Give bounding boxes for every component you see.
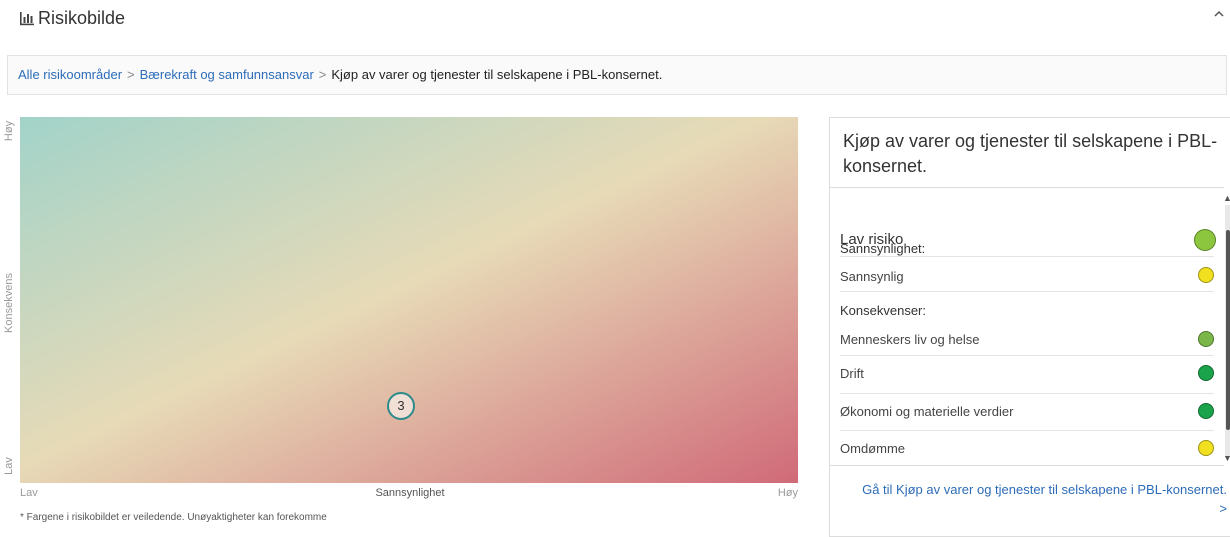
y-axis-low-label: Lav — [3, 457, 15, 475]
panel-title: Kjøp av varer og tjenester til selskapen… — [843, 131, 1218, 176]
x-axis-high-label: Høy — [777, 487, 798, 499]
probability-row: Sannsynlig — [840, 260, 1214, 292]
x-axis-label: Sannsynlighet — [375, 487, 445, 499]
scroll-up-icon[interactable]: ▲ — [1223, 193, 1230, 203]
divider — [830, 187, 1224, 188]
breadcrumb-current: Kjøp av varer og tjenester til selskapen… — [331, 67, 663, 82]
y-axis-high-label: Høy — [3, 120, 15, 142]
risk-level-indicator — [1194, 229, 1216, 251]
goto-risk-link[interactable]: Gå til Kjøp av varer og tjenester til se… — [855, 480, 1227, 518]
consequence-row: Økonomi og materielle verdier — [840, 394, 1214, 431]
chevron-up-icon[interactable] — [1211, 6, 1227, 22]
consequence-row: Drift — [840, 356, 1214, 394]
divider — [830, 465, 1224, 466]
consequence-indicator — [1198, 440, 1214, 456]
probability-indicator — [1198, 267, 1214, 283]
consequence-indicator — [1198, 331, 1214, 347]
probability-heading: Sannsynlighet: — [840, 241, 926, 256]
x-axis-low-label: Lav — [20, 487, 38, 499]
scrollbar-thumb[interactable] — [1226, 230, 1230, 430]
page-title: Risikobilde — [38, 8, 126, 28]
probability-value: Sannsynlig — [840, 269, 904, 284]
breadcrumb: Alle risikoområder > Bærekraft og samfunns… — [7, 55, 1227, 95]
consequence-label: Økonomi og materielle verdier — [840, 404, 1014, 419]
y-axis-label: Konsekvens — [3, 273, 15, 333]
consequence-indicator — [1198, 365, 1214, 381]
risk-matrix — [20, 117, 798, 483]
consequence-label: Menneskers liv og helse — [840, 332, 980, 347]
risk-marker[interactable]: 3 — [387, 392, 415, 420]
consequence-label: Omdømme — [840, 441, 905, 456]
consequence-row: Omdømme — [840, 431, 1214, 465]
breadcrumb-separator: > — [318, 67, 327, 82]
consequences-heading: Konsekvenser: — [840, 303, 926, 318]
consequence-row: Menneskers liv og helse — [840, 322, 1214, 356]
breadcrumb-separator: > — [127, 67, 135, 82]
consequence-indicator — [1198, 403, 1214, 419]
breadcrumb-sustainability[interactable]: Bærekraft og samfunnsansvar — [140, 67, 314, 82]
breadcrumb-all-risk-areas[interactable]: Alle risikoområder — [18, 67, 122, 82]
bar-chart-icon — [20, 12, 34, 26]
consequence-label: Drift — [840, 366, 864, 381]
scroll-down-icon[interactable]: ▼ — [1223, 453, 1230, 463]
disclaimer-note: * Fargene i risikobildet er veiledende. … — [20, 512, 327, 523]
